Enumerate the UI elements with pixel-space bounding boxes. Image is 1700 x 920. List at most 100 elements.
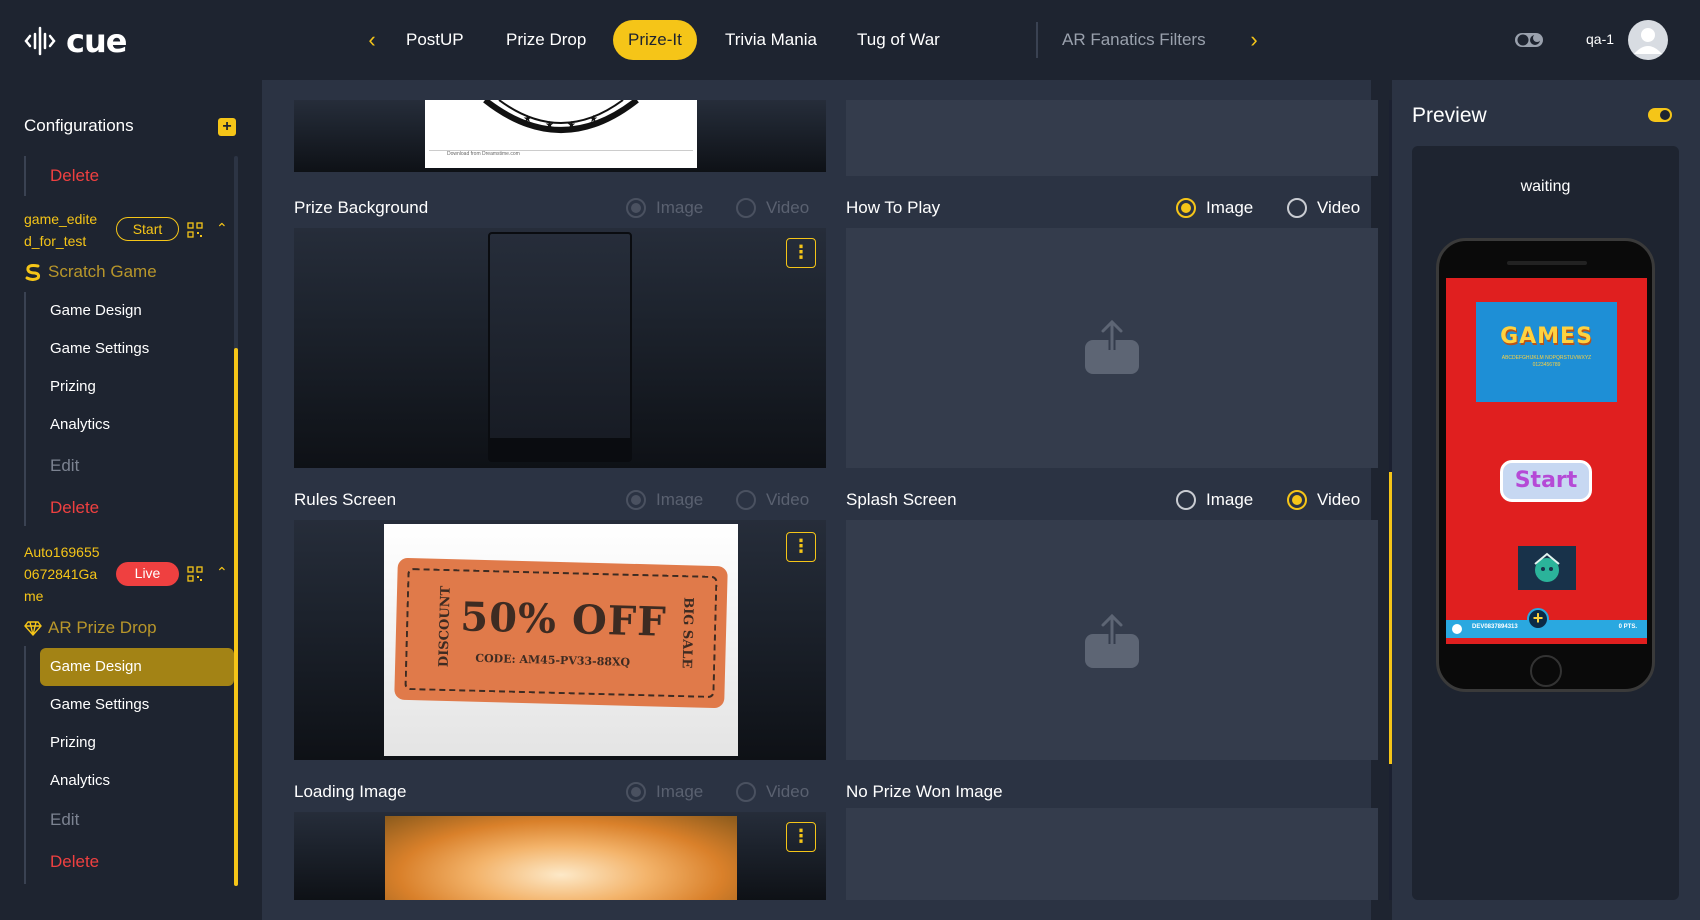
collapse-chevron-icon[interactable]: ⌃ xyxy=(216,564,230,580)
radio-label: Image xyxy=(1206,490,1254,509)
game-name-line[interactable]: Auto169655 xyxy=(24,541,100,563)
radio-label: Video xyxy=(1317,198,1361,217)
sidebar-item-game-settings[interactable]: Game Settings xyxy=(50,340,149,357)
upload-icon[interactable] xyxy=(1083,612,1141,670)
coin-icon xyxy=(1452,624,1462,634)
collapse-chevron-icon[interactable]: ⌃ xyxy=(216,220,230,236)
upload-icon[interactable] xyxy=(1083,318,1141,376)
prize-background-image-radio[interactable]: Image xyxy=(626,198,703,218)
delete-link[interactable]: Delete xyxy=(50,852,99,872)
edit-link[interactable]: Edit xyxy=(50,456,79,476)
team-logo xyxy=(1518,546,1576,590)
tree-line xyxy=(24,292,26,526)
avatar[interactable] xyxy=(1628,20,1668,60)
nav-prev-arrow-icon[interactable]: ‹ xyxy=(362,28,382,52)
sidebar-item-game-settings[interactable]: Game Settings xyxy=(50,696,149,713)
sidebar-item-analytics[interactable]: Analytics xyxy=(50,416,110,433)
tab-ar-fanatics-filters[interactable]: AR Fanatics Filters xyxy=(1062,20,1206,60)
media-card xyxy=(846,100,1378,176)
rules-screen-label: Rules Screen xyxy=(294,490,397,509)
no-prize-won-image-label: No Prize Won Image xyxy=(846,782,1003,801)
sidebar-item-analytics[interactable]: Analytics xyxy=(50,772,110,789)
loading-image-video-radio[interactable]: Video xyxy=(736,782,809,802)
user-avatar-icon xyxy=(1634,28,1662,54)
how-to-play-video-radio[interactable]: Video xyxy=(1287,198,1360,218)
game-name-line[interactable]: 0672841Ga xyxy=(24,563,97,585)
tree-line xyxy=(24,156,26,196)
delete-link[interactable]: Delete xyxy=(50,166,99,186)
stamp-graphic: ★ ★ ★ ★ xyxy=(483,100,639,133)
radio-dot xyxy=(626,782,646,802)
preview-toggle[interactable] xyxy=(1648,108,1672,122)
radio-dot xyxy=(626,490,646,510)
app-logo[interactable]: cue xyxy=(24,20,127,62)
theme-toggle-icon[interactable] xyxy=(1514,30,1544,50)
splash-screen-video-radio[interactable]: Video xyxy=(1287,490,1360,510)
sidebar-item-game-design[interactable]: Game Design xyxy=(50,302,142,319)
sidebar-item-game-design-active[interactable]: Game Design xyxy=(40,648,234,686)
tab-prize-drop[interactable]: Prize Drop xyxy=(506,20,586,60)
radio-dot xyxy=(736,198,756,218)
tab-postup[interactable]: PostUP xyxy=(406,20,464,60)
rules-screen-image-radio[interactable]: Image xyxy=(626,490,703,510)
rules-screen-options-button[interactable]: ⋮ xyxy=(786,532,816,562)
live-status-button[interactable]: Live xyxy=(116,562,179,586)
radio-label: Video xyxy=(1317,490,1361,509)
game-name-line[interactable]: d_for_test xyxy=(24,230,86,252)
media-card: ★ ★ ★ ★ Download from Dreamstime.com xyxy=(294,100,826,172)
sidebar-scrollbar-thumb[interactable] xyxy=(234,348,238,886)
game-name-line[interactable]: game_edite xyxy=(24,208,97,230)
nav-next-arrow-icon[interactable]: › xyxy=(1244,28,1264,52)
add-icon[interactable]: + xyxy=(1527,608,1549,630)
coupon-ticket: DISCOUNT 50% OFF CODE: AM45-PV33-88XQ BI… xyxy=(394,557,728,709)
autumn-leaves-image xyxy=(385,816,737,900)
radio-label: Image xyxy=(656,198,704,217)
sidebar-item-prizing[interactable]: Prizing xyxy=(50,378,96,395)
prize-background-card: ⋮ xyxy=(294,228,826,468)
radio-dot xyxy=(1176,490,1196,510)
svg-text:★: ★ xyxy=(523,114,532,125)
tab-prize-it[interactable]: Prize-It xyxy=(613,20,697,60)
start-game-button[interactable]: Start xyxy=(116,217,179,241)
phone-frame-image xyxy=(488,232,632,462)
user-name[interactable]: qa-1 xyxy=(1586,31,1614,47)
phone-home-button xyxy=(1530,655,1562,687)
game-name-line[interactable]: me xyxy=(24,585,43,607)
how-to-play-image-radio[interactable]: Image xyxy=(1176,198,1253,218)
prize-background-video-radio[interactable]: Video xyxy=(736,198,809,218)
add-configuration-button[interactable]: + xyxy=(218,118,236,136)
splash-screen-image-radio[interactable]: Image xyxy=(1176,490,1253,510)
radio-label: Video xyxy=(766,782,810,801)
radio-label: Image xyxy=(656,782,704,801)
qr-code-icon[interactable] xyxy=(187,566,203,582)
tab-tug-of-war[interactable]: Tug of War xyxy=(857,20,940,60)
loading-image-image-radio[interactable]: Image xyxy=(626,782,703,802)
preview-start-button[interactable]: Start xyxy=(1500,460,1592,502)
game-type-scratch: Scratch Game xyxy=(24,262,157,282)
splash-screen-card[interactable] xyxy=(846,520,1378,760)
loading-image-options-button[interactable]: ⋮ xyxy=(786,822,816,852)
frame-footer xyxy=(490,438,630,460)
games-banner-subtitle: ABCDEFGHIJKLM NOPQRSTUVWXYZ 0123456789 xyxy=(1501,355,1592,368)
svg-text:★: ★ xyxy=(545,120,554,131)
qr-code-icon[interactable] xyxy=(187,222,203,238)
sidebar-item-prizing[interactable]: Prizing xyxy=(50,734,96,751)
how-to-play-card[interactable] xyxy=(846,228,1378,468)
tab-trivia-mania[interactable]: Trivia Mania xyxy=(725,20,817,60)
loading-image-label: Loading Image xyxy=(294,782,407,801)
radio-dot xyxy=(736,782,756,802)
sidebar-title: Configurations xyxy=(24,116,134,135)
game-type-label: AR Prize Drop xyxy=(48,618,157,637)
prize-background-label: Prize Background xyxy=(294,198,429,217)
edit-link[interactable]: Edit xyxy=(50,810,79,830)
delete-link[interactable]: Delete xyxy=(50,498,99,518)
no-prize-won-image-card[interactable] xyxy=(846,808,1378,900)
svg-text:★: ★ xyxy=(567,120,576,131)
rules-screen-video-radio[interactable]: Video xyxy=(736,490,809,510)
radio-label: Video xyxy=(766,490,810,509)
scratch-game-icon xyxy=(25,264,41,281)
prize-background-options-button[interactable]: ⋮ xyxy=(786,238,816,268)
coupon-big-text: 50% OFF xyxy=(459,593,668,646)
diamond-icon xyxy=(24,621,42,637)
sound-wave-icon xyxy=(24,26,56,56)
